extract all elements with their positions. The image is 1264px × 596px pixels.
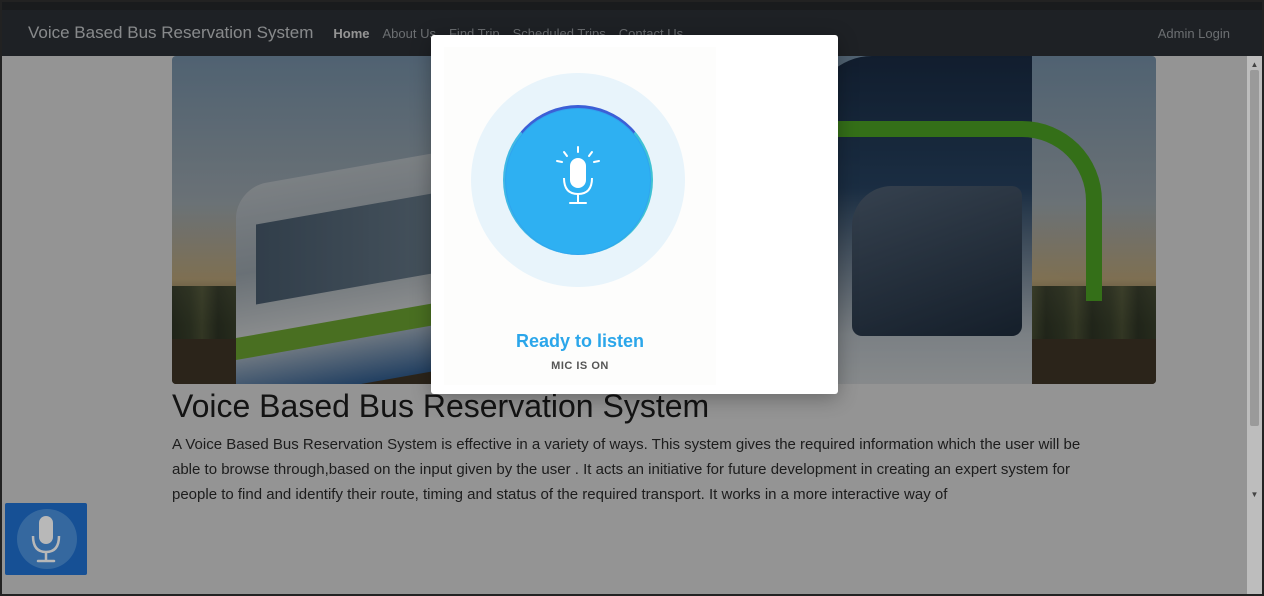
voice-input-modal: Ready to listen MIC IS ON <box>431 35 838 394</box>
browser-viewport: Voice Based Bus Reservation System Home … <box>0 0 1264 596</box>
scroll-down-arrow-icon[interactable]: ▼ <box>1250 490 1259 500</box>
mic-listen-button[interactable] <box>503 105 653 255</box>
floating-button-dim <box>5 503 87 575</box>
page-scrollbar[interactable]: ▲ ▼ <box>1247 56 1262 594</box>
listen-status-title: Ready to listen <box>515 331 645 351</box>
mic-status-label: MIC IS ON <box>551 360 609 372</box>
floating-voice-button[interactable] <box>5 503 87 575</box>
scroll-up-arrow-icon[interactable]: ▲ <box>1250 60 1259 70</box>
voice-listen-panel: Ready to listen MIC IS ON <box>444 47 716 385</box>
scrollbar-thumb[interactable] <box>1250 70 1259 426</box>
microphone-icon <box>556 146 600 204</box>
